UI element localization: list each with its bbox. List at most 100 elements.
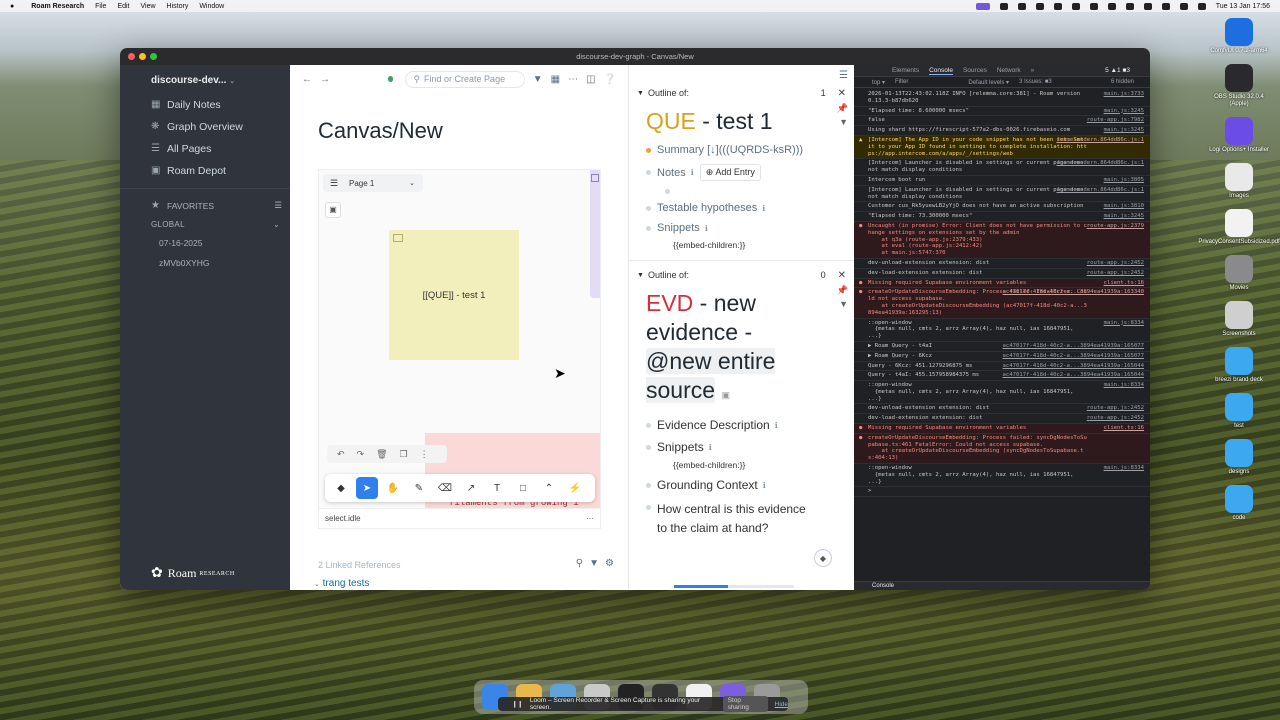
- filter-icon[interactable]: ▼: [839, 117, 848, 127]
- moon-icon[interactable]: [1107, 2, 1116, 10]
- console-log-entry[interactable]: ● Missing required Supabase environment v…: [854, 278, 1150, 289]
- search-input[interactable]: ⚲ Find or Create Page: [405, 70, 525, 88]
- log-source-link[interactable]: frame-modern.864dd86c.js:1: [1056, 160, 1144, 167]
- console-log-entry[interactable]: "Elapsed time: 8.600000 msecs" main.js:32…: [854, 107, 1150, 117]
- gear-icon[interactable]: ⚙: [605, 558, 614, 569]
- desktop-icon[interactable]: ComfyUI 0.7.2-arm64: [1206, 18, 1272, 55]
- console-log-entry[interactable]: ::open-window {metas null, cmts 2, arrz …: [854, 464, 1150, 488]
- console-log-entry[interactable]: ● createOrUpdateDiscourseEmbedding: Proce…: [854, 288, 1150, 319]
- reference-item[interactable]: ⌄ trang tests: [314, 578, 369, 589]
- tldraw-canvas[interactable]: ☰ Page 1 ⌄ ▣ [[QUE]] - test 1 filaments fr…: [318, 169, 601, 529]
- block-summary[interactable]: Summary [↓](((UQRDS-ksR))): [637, 140, 846, 160]
- canvas-node-icon[interactable]: ▣: [325, 202, 341, 218]
- pencil-tool-icon[interactable]: ✎: [408, 477, 430, 499]
- log-source-link[interactable]: ac47017f-418d-40c2-a...3894ea41939a:1633…: [1003, 289, 1144, 296]
- info-icon[interactable]: ℹ: [775, 421, 778, 430]
- calendar-icon[interactable]: ▦: [551, 74, 560, 85]
- hide-button[interactable]: Hide: [775, 701, 788, 708]
- console-log-entry[interactable]: ::open-window {metas null, cmts 2, arrz …: [854, 319, 1150, 342]
- block-grounding[interactable]: Grounding Context ℹ: [637, 474, 846, 496]
- console-log-entry[interactable]: ● Uncaught (in promise) Error: Client doe…: [854, 221, 1150, 259]
- screen-recording-icon[interactable]: [975, 2, 990, 10]
- que-page-title[interactable]: QUE - test 1: [646, 107, 806, 136]
- log-source-link[interactable]: main.js:3245: [1104, 213, 1144, 220]
- log-source-link[interactable]: frame-modern.864dd86c.js:1: [1056, 187, 1144, 194]
- console-log-entry[interactable]: false route-app.js:7982: [854, 116, 1150, 127]
- close-icon[interactable]: ✕: [838, 270, 846, 281]
- control-center-icon[interactable]: [1197, 2, 1206, 10]
- status-icon[interactable]: [999, 2, 1008, 10]
- sidebar-item-roam-depot[interactable]: ▣ Roam Depot: [120, 160, 290, 182]
- console-log-entry[interactable]: ▲ [Intercom] The App ID in your code snip…: [854, 135, 1150, 160]
- log-source-link[interactable]: main.js:3810: [1104, 203, 1144, 210]
- purple-node[interactable]: [590, 170, 600, 298]
- sliders-icon[interactable]: ☰: [274, 200, 282, 211]
- filter-icon[interactable]: ▼: [839, 299, 848, 309]
- linked-references[interactable]: 2 Linked References: [318, 560, 401, 570]
- desktop-icon[interactable]: Screenshots: [1206, 301, 1272, 338]
- wifi-icon[interactable]: [1161, 2, 1170, 10]
- desktop-icon[interactable]: Images: [1206, 163, 1272, 200]
- info-icon[interactable]: ℹ: [705, 224, 708, 233]
- status-icon[interactable]: [1089, 2, 1098, 10]
- desktop-icon[interactable]: code: [1206, 485, 1272, 522]
- console-log-entry[interactable]: >: [854, 487, 1150, 498]
- info-icon[interactable]: ℹ: [763, 481, 766, 490]
- arrow-tool-icon[interactable]: ↗: [460, 477, 482, 499]
- status-icon[interactable]: [1017, 2, 1026, 10]
- empty-block[interactable]: [637, 185, 846, 198]
- log-source-link[interactable]: client.ts:16: [1104, 425, 1144, 432]
- console-log-entry[interactable]: dev-load-extension extension: dist route-…: [854, 414, 1150, 425]
- back-arrow-icon[interactable]: ←: [302, 74, 312, 85]
- levels-dropdown[interactable]: Default levels ▾: [968, 79, 1009, 86]
- status-icon[interactable]: [1035, 2, 1044, 10]
- tab-sources[interactable]: Sources: [963, 67, 987, 74]
- page-selector[interactable]: ☰ Page 1 ⌄: [323, 174, 423, 192]
- graph-switcher[interactable]: discourse-dev... ⌄: [151, 75, 290, 86]
- outline-header[interactable]: ▼ Outline of: 1 ✕: [637, 85, 846, 101]
- status-icon[interactable]: [1071, 2, 1080, 10]
- cloud-icon[interactable]: [1053, 2, 1062, 10]
- forward-arrow-icon[interactable]: →: [320, 74, 330, 85]
- console-log-entry[interactable]: "Elapsed time: 73.300000 msecs" main.js:3…: [854, 212, 1150, 222]
- issues-badge[interactable]: 5 ▲1 ■3: [1105, 67, 1130, 74]
- text-tool-icon[interactable]: T: [486, 477, 508, 499]
- status-menu[interactable]: ···: [586, 514, 594, 523]
- discourse-context-button[interactable]: ◆: [814, 549, 832, 567]
- console-log-entry[interactable]: Customer cus_Rk5yuewLB2yYjO does not hav…: [854, 202, 1150, 213]
- desktop-icon[interactable]: designs: [1206, 439, 1272, 476]
- trash-icon[interactable]: 🗑: [376, 449, 387, 460]
- log-source-link[interactable]: route-app.js:2379: [1087, 223, 1144, 230]
- console-log-entry[interactable]: Query - 6Kcz: 451.1279296875 ms ac47017f-…: [854, 362, 1150, 372]
- desktop-icon[interactable]: breezi brand deck: [1206, 347, 1272, 384]
- global-item[interactable]: 07-16-2025: [120, 233, 290, 253]
- info-icon[interactable]: ℹ: [709, 443, 712, 452]
- log-source-link[interactable]: route-app.js:2452: [1087, 415, 1144, 422]
- log-source-link[interactable]: client.ts:16: [1104, 280, 1144, 287]
- apple-icon[interactable]: ●: [10, 3, 14, 10]
- tab-more[interactable]: »: [1031, 67, 1035, 74]
- log-source-link[interactable]: main.js:3245: [1104, 127, 1144, 134]
- tab-elements[interactable]: Elements: [892, 67, 919, 74]
- log-source-link[interactable]: main.js:3245: [1104, 108, 1144, 115]
- menu-view[interactable]: View: [141, 3, 156, 10]
- console-log-entry[interactable]: [Intercom] Launcher is disabled in setti…: [854, 186, 1150, 203]
- log-source-link[interactable]: main.js:8334: [1104, 320, 1144, 327]
- desktop-icon[interactable]: test: [1206, 393, 1272, 430]
- log-source-link[interactable]: ac47017f-418d-40c2-a...3894ea41939a:1650…: [1003, 343, 1144, 350]
- desktop-icon[interactable]: OBS Studio 32.0.4 (Apple): [1206, 64, 1272, 108]
- caret-down-icon[interactable]: ▼: [637, 272, 644, 279]
- block-notes[interactable]: Notes ℹ ⊕ Add Entry: [637, 160, 846, 185]
- select-tool-icon[interactable]: ➤: [356, 477, 378, 499]
- log-source-link[interactable]: main.js:3805: [1104, 177, 1144, 184]
- console-log-entry[interactable]: ::open-window {metas null, cmts 2, arrz …: [854, 381, 1150, 405]
- console-log-entry[interactable]: dev-load-extension extension: dist route-…: [854, 269, 1150, 279]
- log-source-link[interactable]: main.js:3733: [1104, 91, 1144, 98]
- battery-icon[interactable]: [1143, 2, 1152, 10]
- block-question[interactable]: How central is this evidence to the clai…: [637, 496, 846, 542]
- log-source-link[interactable]: route-app.js:2452: [1087, 260, 1144, 267]
- pin-icon[interactable]: 📌: [837, 103, 848, 114]
- sidebar-menu-icon[interactable]: ☰: [839, 70, 848, 81]
- duplicate-icon[interactable]: ❐: [400, 449, 408, 460]
- sidebar-item-all-pages[interactable]: ☰ All Pages: [120, 138, 290, 160]
